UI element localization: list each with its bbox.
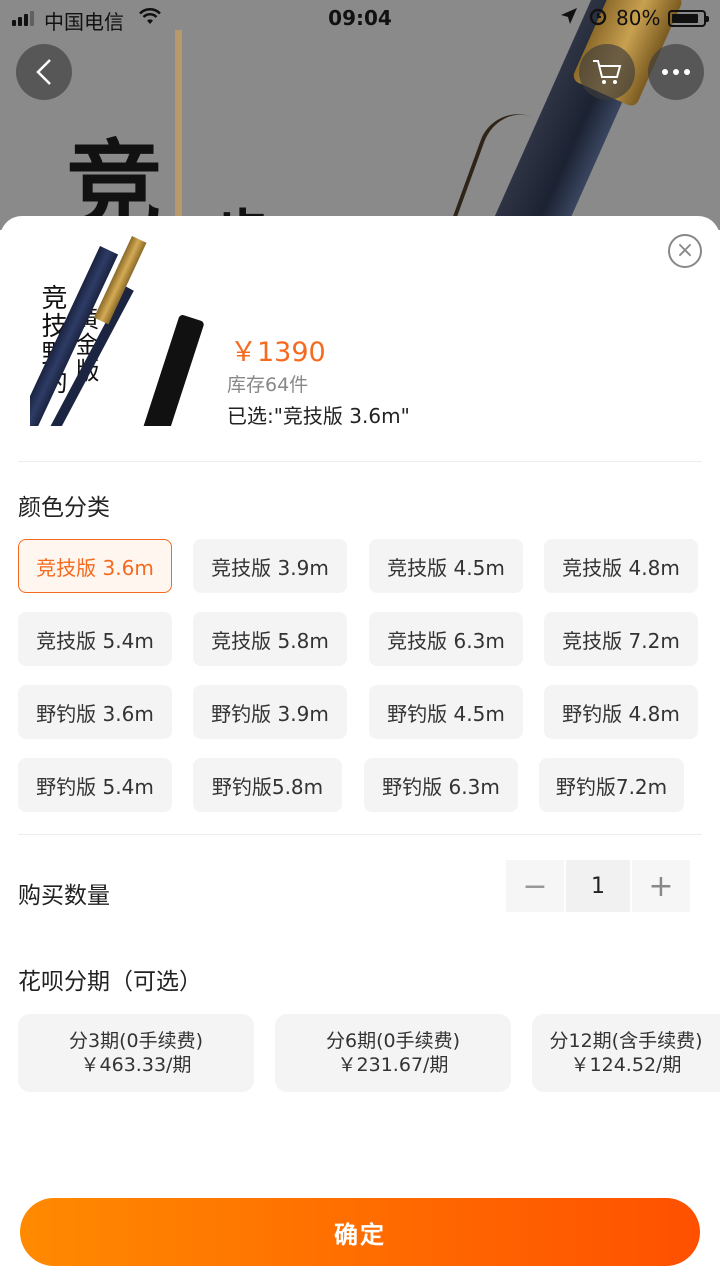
installment-option-6[interactable]: 分6期(0手续费) ￥231.67/期 (275, 1014, 511, 1092)
back-button[interactable] (16, 44, 72, 100)
installment-amount: ￥124.52/期 (570, 1054, 682, 1076)
color-option-chip[interactable]: 竞技版 5.8m (193, 612, 347, 666)
installment-label: 分6期(0手续费) (325, 1030, 460, 1052)
background-title-glyph: 竞 (66, 129, 162, 230)
chevron-left-icon (36, 59, 51, 85)
color-option-chip[interactable]: 竞技版 6.3m (369, 612, 523, 666)
quantity-decrease-button[interactable]: − (506, 860, 564, 912)
sku-selection-sheet: × 竞技野钓 黄金版 ￥1390 库存64件 已选:"竞技版 3.6m" 颜色分… (0, 216, 720, 1280)
cart-icon (593, 60, 622, 84)
installment-option-12[interactable]: 分12期(含手续费) ￥124.52/期 (532, 1014, 720, 1092)
color-section-title: 颜色分类 (18, 495, 110, 521)
battery-icon (668, 10, 709, 27)
selected-variant: 已选:"竞技版 3.6m" (227, 404, 410, 428)
battery-percentage: 80% (616, 6, 661, 30)
installment-amount: ￥231.67/期 (337, 1054, 449, 1076)
product-thumbnail: 竞技野钓 黄金版 (30, 236, 210, 426)
color-option-chip[interactable]: 野钓版 5.4m (18, 758, 172, 812)
status-bar: 中国电信 09:04 80% (0, 0, 720, 36)
color-option-chip[interactable]: 竞技版 5.4m (18, 612, 172, 666)
more-icon (662, 69, 690, 75)
divider (18, 461, 702, 462)
color-option-chip[interactable]: 野钓版 4.8m (544, 685, 698, 739)
color-option-chip[interactable]: 竞技版 7.2m (544, 612, 698, 666)
color-option-chip[interactable]: 竞技版 3.6m (18, 539, 172, 593)
rod-image-handle (133, 314, 205, 426)
installment-section-title: 花呗分期（可选） (18, 969, 202, 995)
installment-label: 分12期(含手续费) (549, 1030, 703, 1052)
background-stripe (175, 30, 182, 230)
confirm-button[interactable]: 确定 (20, 1198, 700, 1266)
color-option-chip[interactable]: 野钓版 4.5m (369, 685, 523, 739)
product-price: ￥1390 (230, 337, 326, 368)
quantity-stepper: − 1 + (506, 860, 690, 912)
installment-amount: ￥463.33/期 (80, 1054, 192, 1076)
color-option-chip[interactable]: 竞技版 4.8m (544, 539, 698, 593)
quantity-value[interactable]: 1 (566, 860, 630, 912)
close-button[interactable]: × (668, 234, 702, 268)
quantity-increase-button[interactable]: + (632, 860, 690, 912)
color-option-chip[interactable]: 野钓版 3.9m (193, 685, 347, 739)
color-option-chip[interactable]: 野钓版 3.6m (18, 685, 172, 739)
color-option-chip[interactable]: 竞技版 4.5m (369, 539, 523, 593)
installment-label: 分3期(0手续费) (68, 1030, 203, 1052)
color-option-chip[interactable]: 竞技版 3.9m (193, 539, 347, 593)
color-option-chip[interactable]: 野钓版5.8m (193, 758, 342, 812)
color-option-chip[interactable]: 野钓版 6.3m (364, 758, 518, 812)
clock: 09:04 (328, 6, 392, 30)
stock-count: 库存64件 (227, 374, 309, 396)
alarm-icon (588, 6, 608, 31)
more-button[interactable] (648, 44, 704, 100)
location-icon (560, 6, 578, 30)
divider (18, 834, 702, 835)
installment-option-3[interactable]: 分3期(0手续费) ￥463.33/期 (18, 1014, 254, 1092)
cart-button[interactable] (579, 44, 635, 100)
close-icon: × (675, 238, 695, 263)
quantity-label: 购买数量 (18, 883, 110, 909)
color-option-chip[interactable]: 野钓版7.2m (539, 758, 684, 812)
